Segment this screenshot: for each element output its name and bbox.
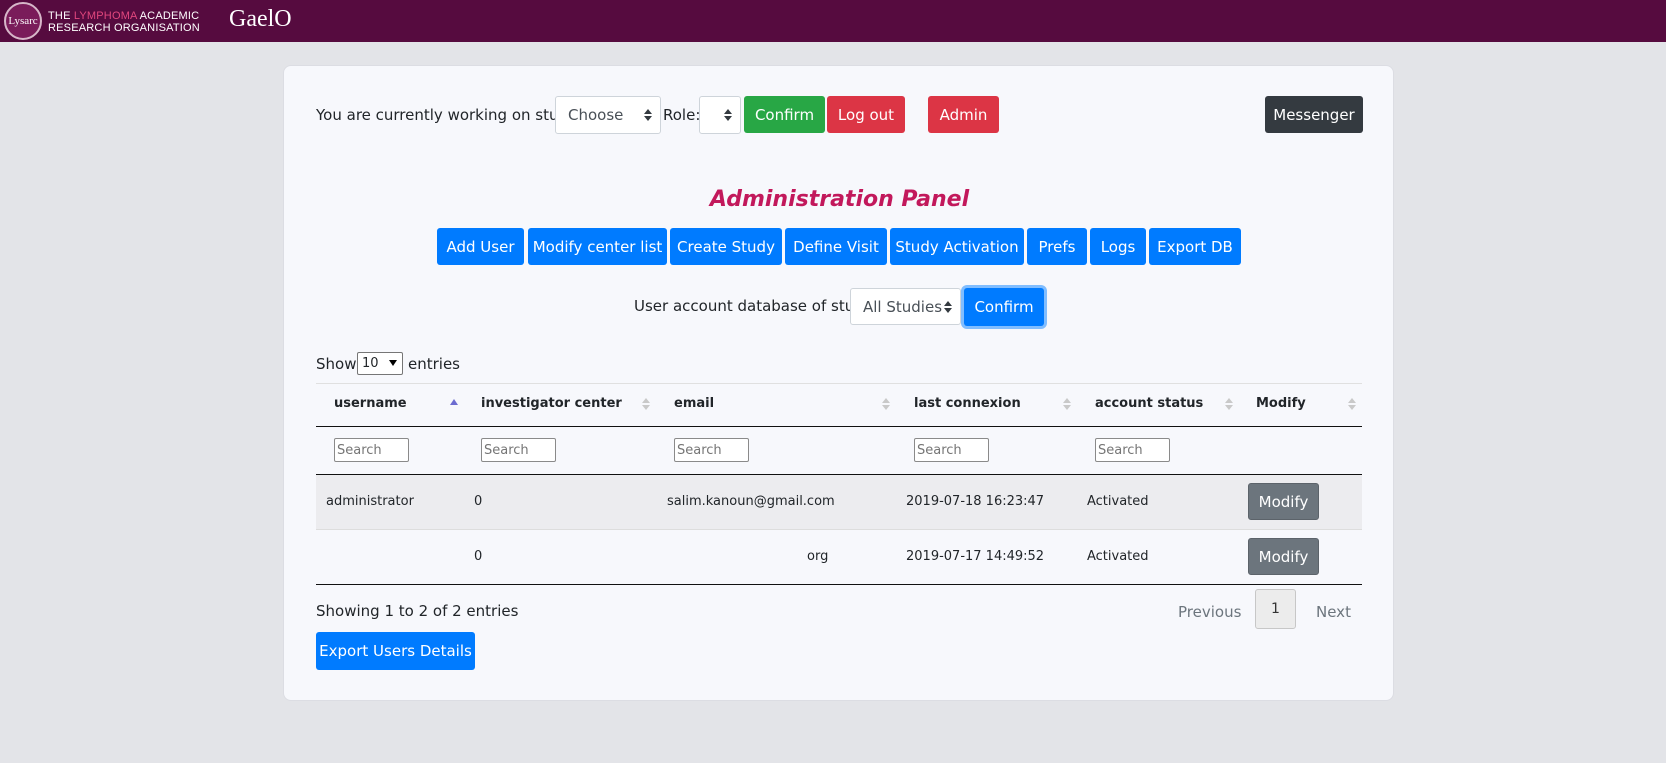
export-users-details-button[interactable]: Export Users Details: [316, 632, 475, 670]
column-modify[interactable]: Modify: [1256, 396, 1306, 411]
lysarc-logo-icon: Lysarc: [4, 2, 42, 40]
define-visit-button[interactable]: Define Visit: [785, 228, 887, 265]
pagination-page-1[interactable]: 1: [1255, 589, 1296, 629]
messenger-button[interactable]: Messenger: [1265, 96, 1363, 133]
column-username[interactable]: username: [334, 396, 407, 411]
cell-last-connexion: 2019-07-18 16:23:47: [906, 494, 1045, 509]
select-updown-icon: [944, 300, 952, 313]
admin-card: You are currently working on study: Choo…: [283, 65, 1394, 701]
study-label: You are currently working on study:: [316, 106, 581, 124]
cell-status: Activated: [1087, 494, 1149, 509]
sort-icon[interactable]: [642, 397, 650, 411]
top-navbar: Lysarc THE LYMPHOMA ACADEMIC RESEARCH OR…: [0, 0, 1666, 42]
select-updown-icon: [724, 109, 732, 121]
logout-button[interactable]: Log out: [827, 96, 905, 133]
confirm-filter-button[interactable]: Confirm: [964, 288, 1044, 326]
sort-icon[interactable]: [1225, 397, 1233, 411]
cell-center: 0: [474, 494, 483, 509]
sort-icon[interactable]: [882, 397, 890, 411]
app-brand[interactable]: GaelO: [229, 6, 292, 33]
cell-email: org: [807, 549, 829, 564]
column-investigator-center[interactable]: investigator center: [481, 396, 622, 411]
study-filter-select[interactable]: All Studies: [850, 288, 961, 325]
select-updown-icon: [644, 109, 652, 121]
sort-icon[interactable]: [1063, 397, 1071, 411]
last-connexion-search-input[interactable]: Search: [914, 438, 989, 462]
column-last-connexion[interactable]: last connexion: [914, 396, 1021, 411]
study-activation-button[interactable]: Study Activation: [890, 228, 1024, 265]
pagination-previous[interactable]: Previous: [1178, 603, 1241, 621]
admin-button[interactable]: Admin: [928, 96, 999, 133]
logs-button[interactable]: Logs: [1090, 228, 1146, 265]
page-size-select[interactable]: 10: [357, 352, 403, 375]
prefs-button[interactable]: Prefs: [1027, 228, 1087, 265]
cell-center: 0: [474, 549, 483, 564]
cell-username: administrator: [326, 494, 414, 509]
caret-down-icon: [389, 360, 397, 366]
entries-label: entries: [408, 355, 460, 373]
status-search-input[interactable]: Search: [1095, 438, 1170, 462]
study-select[interactable]: Choose: [555, 96, 661, 134]
column-email[interactable]: email: [674, 396, 714, 411]
row-divider: [316, 529, 1362, 530]
center-search-input[interactable]: Search: [481, 438, 556, 462]
page-title: Administration Panel: [709, 187, 970, 212]
role-select[interactable]: [699, 96, 741, 134]
table-bottom-border: [316, 584, 1362, 585]
modify-user-button[interactable]: Modify: [1248, 538, 1319, 575]
table-row: [316, 475, 1362, 529]
confirm-study-button[interactable]: Confirm: [744, 96, 825, 133]
table-header-border: [316, 426, 1362, 427]
export-db-button[interactable]: Export DB: [1149, 228, 1241, 265]
cell-last-connexion: 2019-07-17 14:49:52: [906, 549, 1045, 564]
organisation-logo-text: THE LYMPHOMA ACADEMIC RESEARCH ORGANISAT…: [48, 10, 200, 34]
username-search-input[interactable]: Search: [334, 438, 409, 462]
role-label: Role:: [663, 106, 701, 124]
table-header-top-border: [316, 383, 1362, 384]
email-search-input[interactable]: Search: [674, 438, 749, 462]
sort-icon[interactable]: [1348, 397, 1356, 411]
create-study-button[interactable]: Create Study: [670, 228, 782, 265]
pagination-next[interactable]: Next: [1316, 603, 1351, 621]
add-user-button[interactable]: Add User: [437, 228, 524, 265]
cell-email: salim.kanoun@gmail.com: [667, 494, 835, 509]
modify-center-list-button[interactable]: Modify center list: [528, 228, 667, 265]
sort-asc-icon[interactable]: [450, 397, 458, 411]
study-filter-label: User account database of study:: [634, 297, 877, 315]
modify-user-button[interactable]: Modify: [1248, 483, 1319, 520]
cell-status: Activated: [1087, 549, 1149, 564]
show-label: Show: [316, 355, 357, 373]
table-info: Showing 1 to 2 of 2 entries: [316, 602, 519, 620]
column-account-status[interactable]: account status: [1095, 396, 1203, 411]
